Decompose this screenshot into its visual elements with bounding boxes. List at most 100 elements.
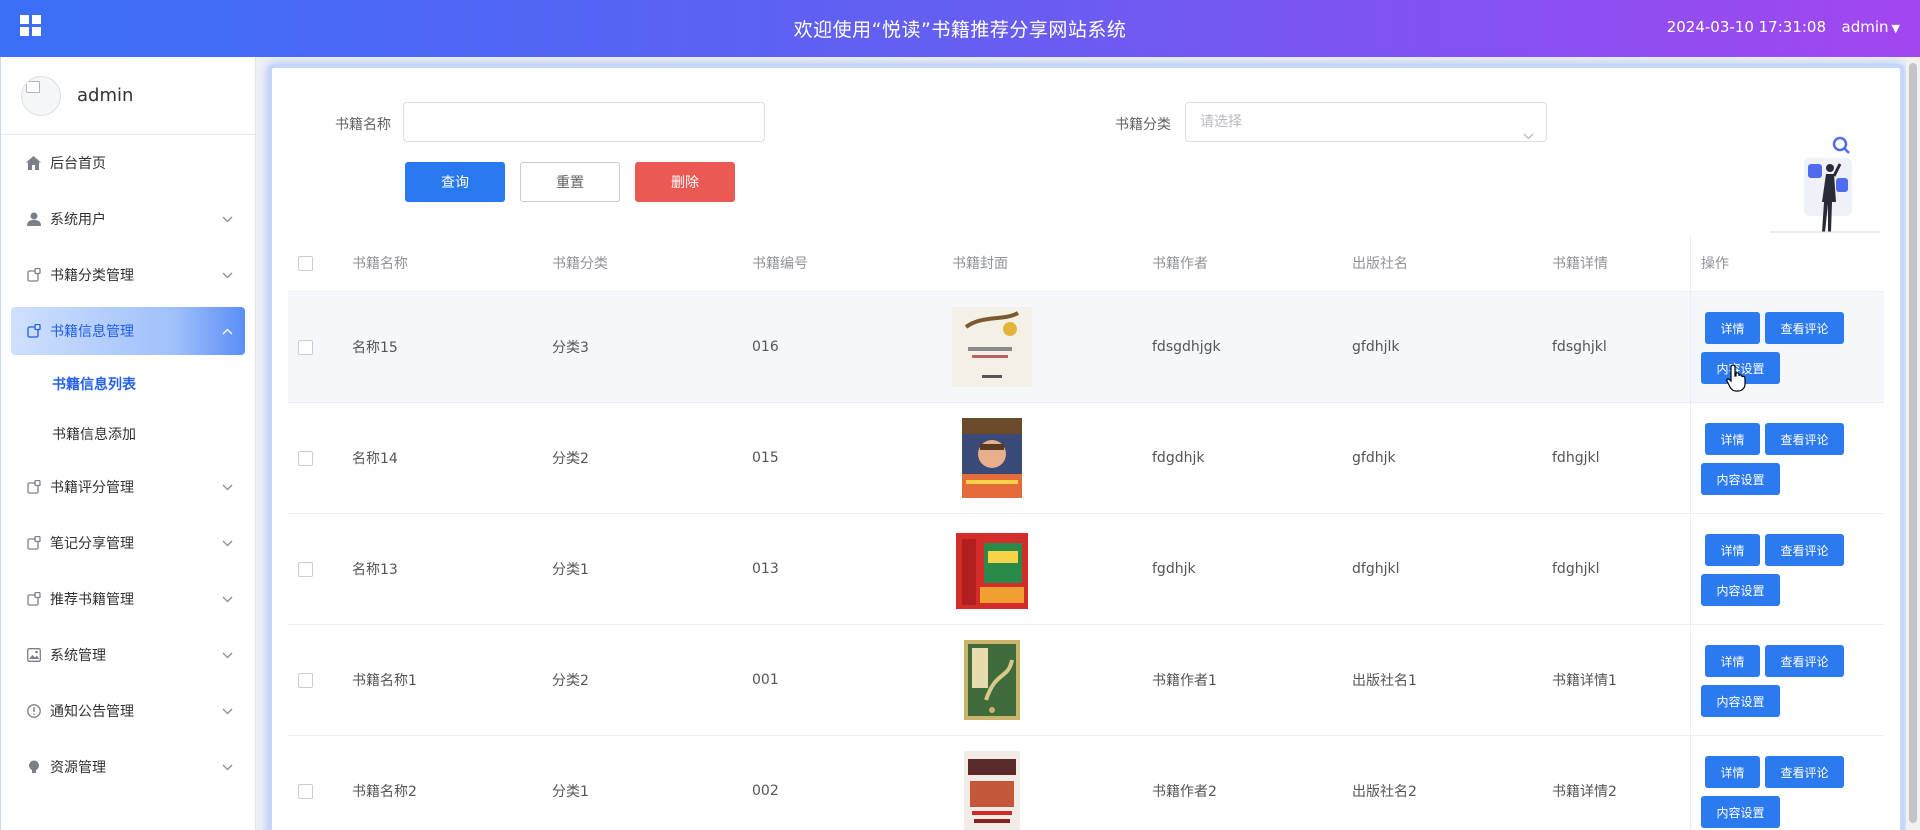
detail-button[interactable]: 详情: [1705, 312, 1760, 344]
chevron-down-icon: [222, 479, 233, 495]
content-settings-button[interactable]: 内容设置: [1701, 685, 1780, 717]
module-icon: [25, 591, 42, 608]
sidebar-item-home[interactable]: 后台首页: [1, 135, 255, 191]
sidebar-item-resource-mgmt[interactable]: 资源管理: [1, 739, 255, 795]
main-panel: 书籍名称 书籍分类 请选择 查询 重置 删除 书籍名称 书籍分类 书籍编号 书籍…: [268, 64, 1904, 830]
sidebar-item-label: 系统管理: [50, 648, 106, 664]
sidebar-subitem-book-list[interactable]: 书籍信息列表: [1, 359, 255, 409]
sidebar-item-label: 笔记分享管理: [50, 536, 134, 552]
cell-book-detail: fdsghjkl: [1552, 339, 1607, 355]
page-scrollbar[interactable]: [1906, 57, 1920, 830]
user-icon: [25, 211, 42, 228]
category-placeholder: 请选择: [1200, 114, 1242, 130]
sidebar-menu: 后台首页 系统用户 书籍分类管理 书籍信息管理 书籍信息列表 书籍信息添加 书籍…: [1, 135, 255, 795]
cell-book-number: 015: [752, 450, 779, 466]
table-row: 名称15 分类3 016 fdsgdhjgk gfdhjlk fdsghjkl …: [288, 292, 1884, 403]
cell-book-author: 书籍作者1: [1152, 673, 1217, 689]
book-cover-image[interactable]: [952, 751, 1032, 830]
chevron-down-icon: ▼: [1891, 22, 1900, 35]
column-header: 书籍封面: [952, 256, 1008, 272]
row-checkbox[interactable]: [298, 339, 313, 355]
book-cover-image[interactable]: [952, 418, 1032, 498]
cell-book-name: 名称14: [352, 451, 398, 467]
row-actions: 详情 查看评论 内容设置: [1690, 514, 1884, 624]
sidebar-subitem-book-add[interactable]: 书籍信息添加: [1, 409, 255, 459]
detail-button[interactable]: 详情: [1705, 423, 1760, 455]
search-illustration: [1770, 128, 1880, 238]
sidebar-item-recommend-mgmt[interactable]: 推荐书籍管理: [1, 571, 255, 627]
delete-button[interactable]: 删除: [635, 162, 735, 202]
avatar: [21, 75, 61, 116]
user-dropdown[interactable]: admin ▼: [1842, 18, 1900, 36]
sidebar-item-notice-mgmt[interactable]: 通知公告管理: [1, 683, 255, 739]
cell-book-category: 分类1: [552, 562, 589, 578]
chevron-down-icon: [222, 703, 233, 719]
table-row: 书籍名称2 分类1 002 书籍作者2 出版社名2 书籍详情2 详情 查看评论 …: [288, 736, 1884, 830]
cell-book-category: 分类2: [552, 673, 589, 689]
row-checkbox[interactable]: [298, 561, 313, 577]
detail-button[interactable]: 详情: [1705, 645, 1760, 677]
cell-book-detail: 书籍详情2: [1552, 784, 1617, 800]
book-category-select[interactable]: 请选择: [1185, 102, 1547, 142]
select-all-checkbox[interactable]: [298, 255, 313, 271]
sidebar-item-label: 资源管理: [50, 760, 106, 776]
table-row: 名称14 分类2 015 fdgdhjk gfdhjk fdhgjkl 详情 查…: [288, 403, 1884, 514]
cell-book-name: 书籍名称2: [352, 784, 417, 800]
content-settings-button[interactable]: 内容设置: [1701, 463, 1780, 495]
cell-book-author: fdgdhjk: [1152, 450, 1205, 466]
sidebar-item-label: 书籍评分管理: [50, 480, 134, 496]
sidebar-item-book-info-mgmt[interactable]: 书籍信息管理: [11, 307, 245, 355]
chevron-down-icon: [222, 535, 233, 551]
image-icon: [25, 647, 42, 664]
module-icon: [25, 323, 42, 340]
cell-publisher: gfdhjk: [1352, 450, 1396, 466]
view-comments-button[interactable]: 查看评论: [1765, 756, 1844, 788]
sidebar-item-notes-mgmt[interactable]: 笔记分享管理: [1, 515, 255, 571]
table-row: 书籍名称1 分类2 001 书籍作者1 出版社名1 书籍详情1 详情 查看评论 …: [288, 625, 1884, 736]
home-icon: [25, 155, 42, 172]
content-settings-button[interactable]: 内容设置: [1701, 352, 1780, 384]
cell-book-category: 分类2: [552, 451, 589, 467]
query-button[interactable]: 查询: [405, 162, 505, 202]
row-checkbox[interactable]: [298, 783, 313, 799]
cell-publisher: 出版社名2: [1352, 784, 1417, 800]
view-comments-button[interactable]: 查看评论: [1765, 645, 1844, 677]
cell-book-number: 016: [752, 339, 779, 355]
book-name-label: 书籍名称: [335, 117, 391, 133]
view-comments-button[interactable]: 查看评论: [1765, 423, 1844, 455]
sidebar-item-label: 系统用户: [50, 212, 106, 228]
reset-button[interactable]: 重置: [520, 162, 620, 202]
column-header: 书籍详情: [1552, 256, 1608, 272]
cell-book-number: 013: [752, 561, 779, 577]
sidebar-item-label: 后台首页: [50, 156, 106, 172]
content-settings-button[interactable]: 内容设置: [1701, 796, 1780, 828]
view-comments-button[interactable]: 查看评论: [1765, 312, 1844, 344]
book-name-input[interactable]: [403, 102, 765, 142]
info-icon: [25, 703, 42, 720]
row-checkbox[interactable]: [298, 672, 313, 688]
sidebar-item-rating-mgmt[interactable]: 书籍评分管理: [1, 459, 255, 515]
detail-button[interactable]: 详情: [1705, 756, 1760, 788]
table-header: 书籍名称 书籍分类 书籍编号 书籍封面 书籍作者 出版社名 书籍详情 操作: [288, 235, 1884, 292]
scrollbar-thumb[interactable]: [1909, 63, 1917, 823]
sidebar-item-label: 通知公告管理: [50, 704, 134, 720]
view-comments-button[interactable]: 查看评论: [1765, 534, 1844, 566]
cell-book-detail: fdhgjkl: [1552, 450, 1600, 466]
detail-button[interactable]: 详情: [1705, 534, 1760, 566]
content-settings-button[interactable]: 内容设置: [1701, 574, 1780, 606]
datetime-display: 2024-03-10 17:31:08: [1666, 18, 1826, 36]
row-checkbox[interactable]: [298, 450, 313, 466]
module-icon: [25, 267, 42, 284]
book-cover-image[interactable]: [952, 640, 1032, 720]
sidebar-item-system-users[interactable]: 系统用户: [1, 191, 255, 247]
chevron-down-icon: [222, 211, 233, 227]
column-header: 书籍分类: [552, 256, 608, 272]
book-cover-image[interactable]: [952, 529, 1032, 609]
sidebar-item-category-mgmt[interactable]: 书籍分类管理: [1, 247, 255, 303]
sidebar-item-system-mgmt[interactable]: 系统管理: [1, 627, 255, 683]
chevron-down-icon: [222, 647, 233, 663]
row-actions: 详情 查看评论 内容设置: [1690, 292, 1884, 402]
cell-book-author: fdsgdhjgk: [1152, 339, 1221, 355]
book-cover-image[interactable]: [952, 307, 1032, 387]
page-title: 欢迎使用“悦读”书籍推荐分享网站系统: [793, 19, 1127, 41]
